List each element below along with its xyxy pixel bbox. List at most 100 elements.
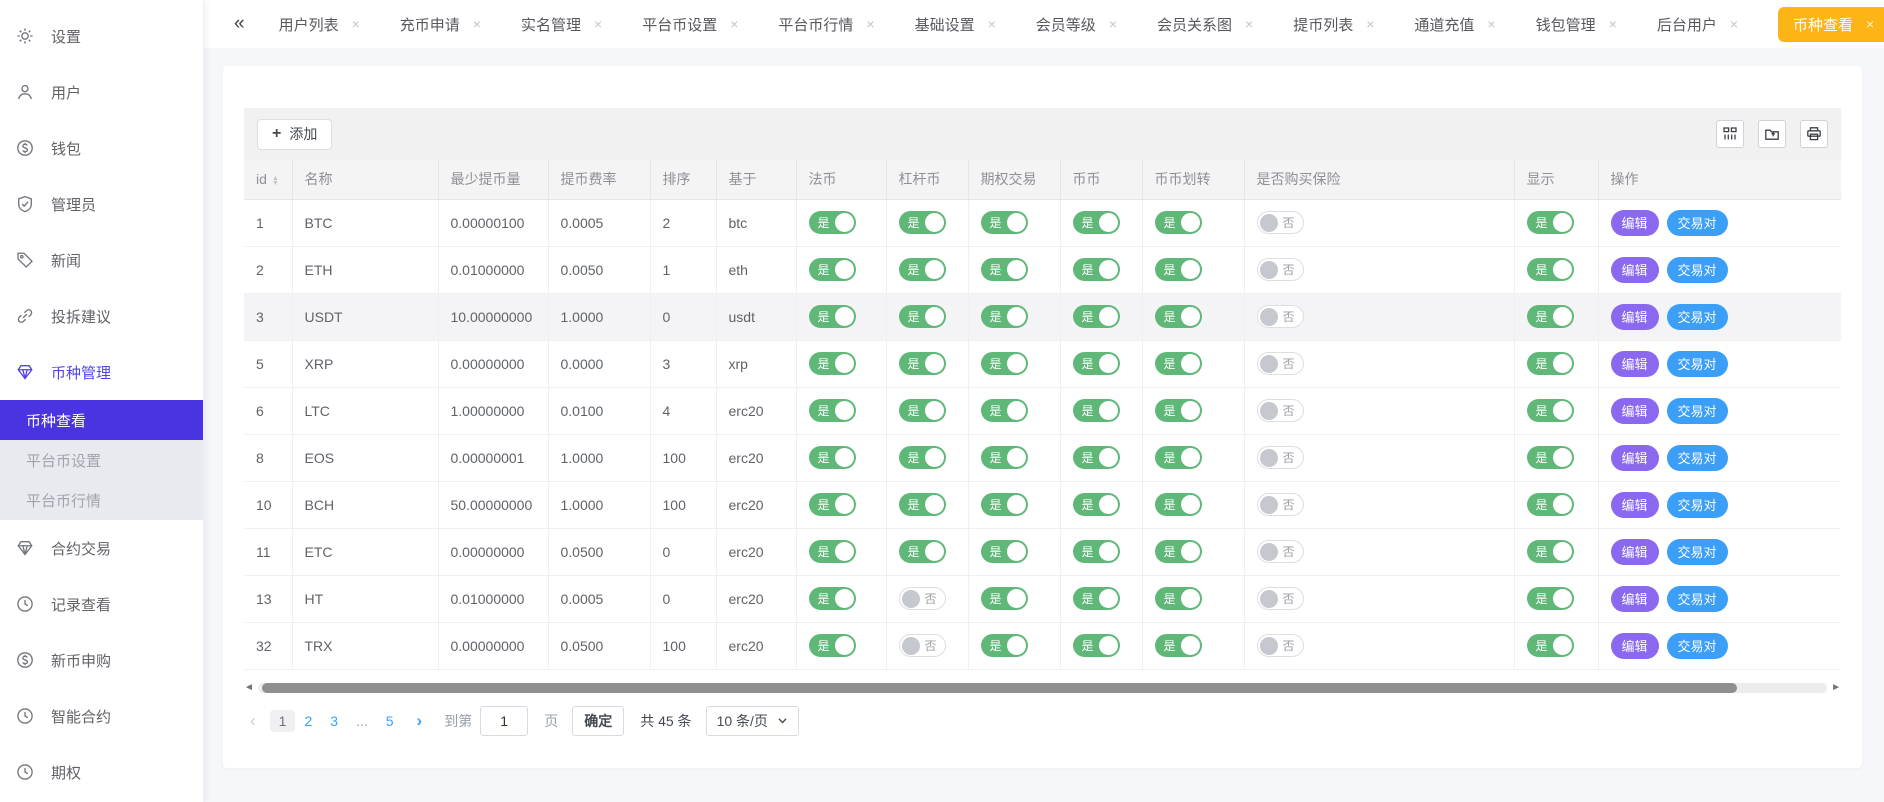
tab-wallet-management[interactable]: 钱包管理× [1536,7,1617,42]
leverage-toggle[interactable]: 是 [899,258,946,281]
close-tab-icon[interactable]: × [1730,16,1738,32]
transfer-toggle[interactable]: 是 [1155,399,1202,422]
sidebar-item-admin[interactable]: 管理员 [0,176,203,232]
spot-toggle[interactable]: 是 [1073,540,1120,563]
edit-button[interactable]: 编辑 [1611,445,1659,471]
fiat-toggle[interactable]: 是 [809,587,856,610]
close-tab-icon[interactable]: × [1245,16,1253,32]
sort-icon[interactable]: ▲▼ [272,176,279,186]
spot-toggle[interactable]: 是 [1073,211,1120,234]
page-number[interactable]: 3 [321,710,347,732]
edit-button[interactable]: 编辑 [1611,304,1659,330]
spot-toggle[interactable]: 是 [1073,399,1120,422]
tab-member-level[interactable]: 会员等级× [1036,7,1117,42]
display-toggle[interactable]: 是 [1527,399,1574,422]
leverage-toggle[interactable]: 否 [899,587,946,610]
insurance-toggle[interactable]: 否 [1257,493,1304,516]
leverage-toggle[interactable]: 否 [899,634,946,657]
fiat-toggle[interactable]: 是 [809,305,856,328]
sidebar-item-coin-management[interactable]: 币种管理 [0,344,203,400]
spot-toggle[interactable]: 是 [1073,493,1120,516]
trading-pair-button[interactable]: 交易对 [1667,633,1728,659]
columns-layout-icon[interactable] [1716,120,1744,148]
page-number[interactable]: 5 [377,710,403,732]
display-toggle[interactable]: 是 [1527,446,1574,469]
sidebar-item-feedback[interactable]: 投拆建议 [0,288,203,344]
tab-platform-coin-market[interactable]: 平台币行情× [778,7,874,42]
confirm-button[interactable]: 确定 [572,706,624,736]
column-header-id[interactable]: id▲▼ [244,160,292,199]
insurance-toggle[interactable]: 否 [1257,540,1304,563]
tab-channel-recharge[interactable]: 通道充值× [1414,7,1495,42]
sidebar-subitem-platform-coin-market[interactable]: 平台币行情 [0,480,203,520]
options_trading-toggle[interactable]: 是 [981,493,1028,516]
prev-page-icon[interactable]: ‹ [244,711,262,731]
export-icon[interactable] [1758,120,1786,148]
display-toggle[interactable]: 是 [1527,634,1574,657]
fiat-toggle[interactable]: 是 [809,399,856,422]
tab-withdraw-list[interactable]: 提币列表× [1293,7,1374,42]
display-toggle[interactable]: 是 [1527,540,1574,563]
fiat-toggle[interactable]: 是 [809,352,856,375]
display-toggle[interactable]: 是 [1527,258,1574,281]
edit-button[interactable]: 编辑 [1611,586,1659,612]
tab-member-relation-graph[interactable]: 会员关系图× [1157,7,1253,42]
display-toggle[interactable]: 是 [1527,211,1574,234]
spot-toggle[interactable]: 是 [1073,352,1120,375]
edit-button[interactable]: 编辑 [1611,492,1659,518]
transfer-toggle[interactable]: 是 [1155,211,1202,234]
leverage-toggle[interactable]: 是 [899,305,946,328]
leverage-toggle[interactable]: 是 [899,211,946,234]
spot-toggle[interactable]: 是 [1073,634,1120,657]
transfer-toggle[interactable]: 是 [1155,587,1202,610]
add-button[interactable]: + 添加 [257,119,332,150]
edit-button[interactable]: 编辑 [1611,539,1659,565]
close-tab-icon[interactable]: × [866,16,874,32]
insurance-toggle[interactable]: 否 [1257,634,1304,657]
options_trading-toggle[interactable]: 是 [981,258,1028,281]
sidebar-item-settings[interactable]: 设置 [0,8,203,64]
spot-toggle[interactable]: 是 [1073,446,1120,469]
scrollbar-right-arrow-icon[interactable]: ► [1831,682,1841,694]
trading-pair-button[interactable]: 交易对 [1667,492,1728,518]
close-tab-icon[interactable]: × [352,16,360,32]
close-tab-icon[interactable]: × [1366,16,1374,32]
trading-pair-button[interactable]: 交易对 [1667,398,1728,424]
page-number[interactable]: 2 [295,710,321,732]
insurance-toggle[interactable]: 否 [1257,352,1304,375]
fiat-toggle[interactable]: 是 [809,634,856,657]
sidebar-item-wallet[interactable]: 钱包 [0,120,203,176]
edit-button[interactable]: 编辑 [1611,398,1659,424]
sidebar-subitem-platform-coin-settings[interactable]: 平台币设置 [0,440,203,480]
sidebar-item-records-view[interactable]: 记录查看 [0,576,203,632]
fiat-toggle[interactable]: 是 [809,211,856,234]
tab-coin-view[interactable]: 币种查看× [1778,7,1884,42]
leverage-toggle[interactable]: 是 [899,446,946,469]
edit-button[interactable]: 编辑 [1611,351,1659,377]
close-tab-icon[interactable]: × [1109,16,1117,32]
scroll-tabs-left-icon[interactable]: « [234,13,243,35]
sidebar-item-contract-trading[interactable]: 合约交易 [0,520,203,576]
close-tab-icon[interactable]: × [988,16,996,32]
close-tab-icon[interactable]: × [1487,16,1495,32]
tab-user-list[interactable]: 用户列表× [279,7,360,42]
edit-button[interactable]: 编辑 [1611,210,1659,236]
transfer-toggle[interactable]: 是 [1155,258,1202,281]
fiat-toggle[interactable]: 是 [809,446,856,469]
options_trading-toggle[interactable]: 是 [981,540,1028,563]
display-toggle[interactable]: 是 [1527,493,1574,516]
fiat-toggle[interactable]: 是 [809,540,856,563]
transfer-toggle[interactable]: 是 [1155,634,1202,657]
leverage-toggle[interactable]: 是 [899,399,946,422]
fiat-toggle[interactable]: 是 [809,493,856,516]
print-icon[interactable] [1800,120,1828,148]
close-tab-icon[interactable]: × [473,16,481,32]
insurance-toggle[interactable]: 否 [1257,305,1304,328]
trading-pair-button[interactable]: 交易对 [1667,586,1728,612]
edit-button[interactable]: 编辑 [1611,257,1659,283]
page-number[interactable]: 1 [270,710,296,732]
insurance-toggle[interactable]: 否 [1257,211,1304,234]
options_trading-toggle[interactable]: 是 [981,446,1028,469]
options_trading-toggle[interactable]: 是 [981,587,1028,610]
close-tab-icon[interactable]: × [1866,16,1874,32]
